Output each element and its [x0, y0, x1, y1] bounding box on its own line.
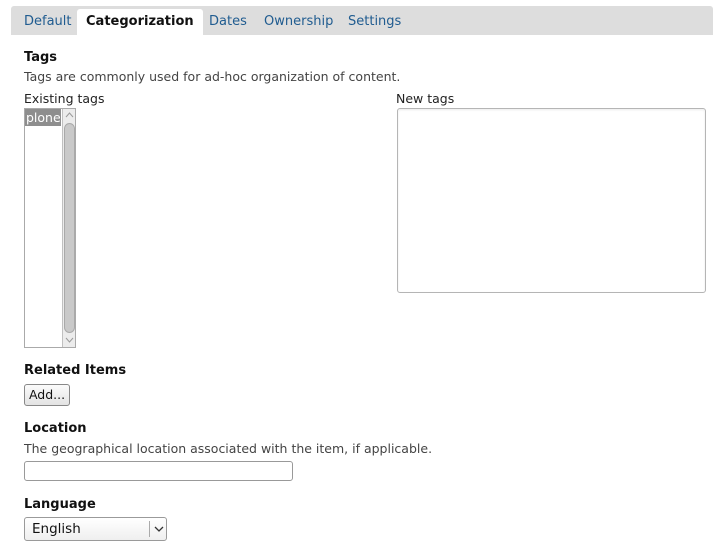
- location-heading: Location: [24, 421, 87, 436]
- related-items-heading: Related Items: [24, 363, 127, 378]
- tab-default[interactable]: Default: [24, 9, 72, 35]
- tags-heading: Tags: [24, 50, 58, 65]
- triangle-down-icon[interactable]: [63, 334, 76, 347]
- new-tags-textarea[interactable]: [397, 108, 706, 293]
- tab-ownership[interactable]: Ownership: [264, 9, 333, 35]
- tags-help-text: Tags are commonly used for ad-hoc organi…: [24, 69, 401, 84]
- new-tags-label: New tags: [396, 91, 455, 106]
- scrollbar-thumb[interactable]: [64, 123, 75, 333]
- existing-tags-scrollbar[interactable]: [62, 109, 75, 347]
- language-selected-value: English: [32, 521, 81, 537]
- tab-categorization[interactable]: Categorization: [77, 9, 203, 35]
- existing-tags-listbox[interactable]: plone: [24, 108, 76, 348]
- triangle-up-icon[interactable]: [63, 109, 76, 122]
- language-heading: Language: [24, 497, 96, 512]
- tab-settings[interactable]: Settings: [348, 9, 401, 35]
- select-divider: [149, 521, 150, 537]
- chevron-down-icon[interactable]: [153, 518, 165, 540]
- tab-bar: Default Categorization Dates Ownership S…: [11, 6, 713, 35]
- existing-tag-option[interactable]: plone: [25, 109, 61, 126]
- location-input[interactable]: [24, 461, 293, 481]
- add-related-button[interactable]: Add...: [24, 384, 70, 406]
- tab-dates[interactable]: Dates: [209, 9, 247, 35]
- language-select[interactable]: English: [24, 517, 167, 541]
- existing-tags-label: Existing tags: [24, 91, 105, 106]
- location-help-text: The geographical location associated wit…: [24, 441, 433, 456]
